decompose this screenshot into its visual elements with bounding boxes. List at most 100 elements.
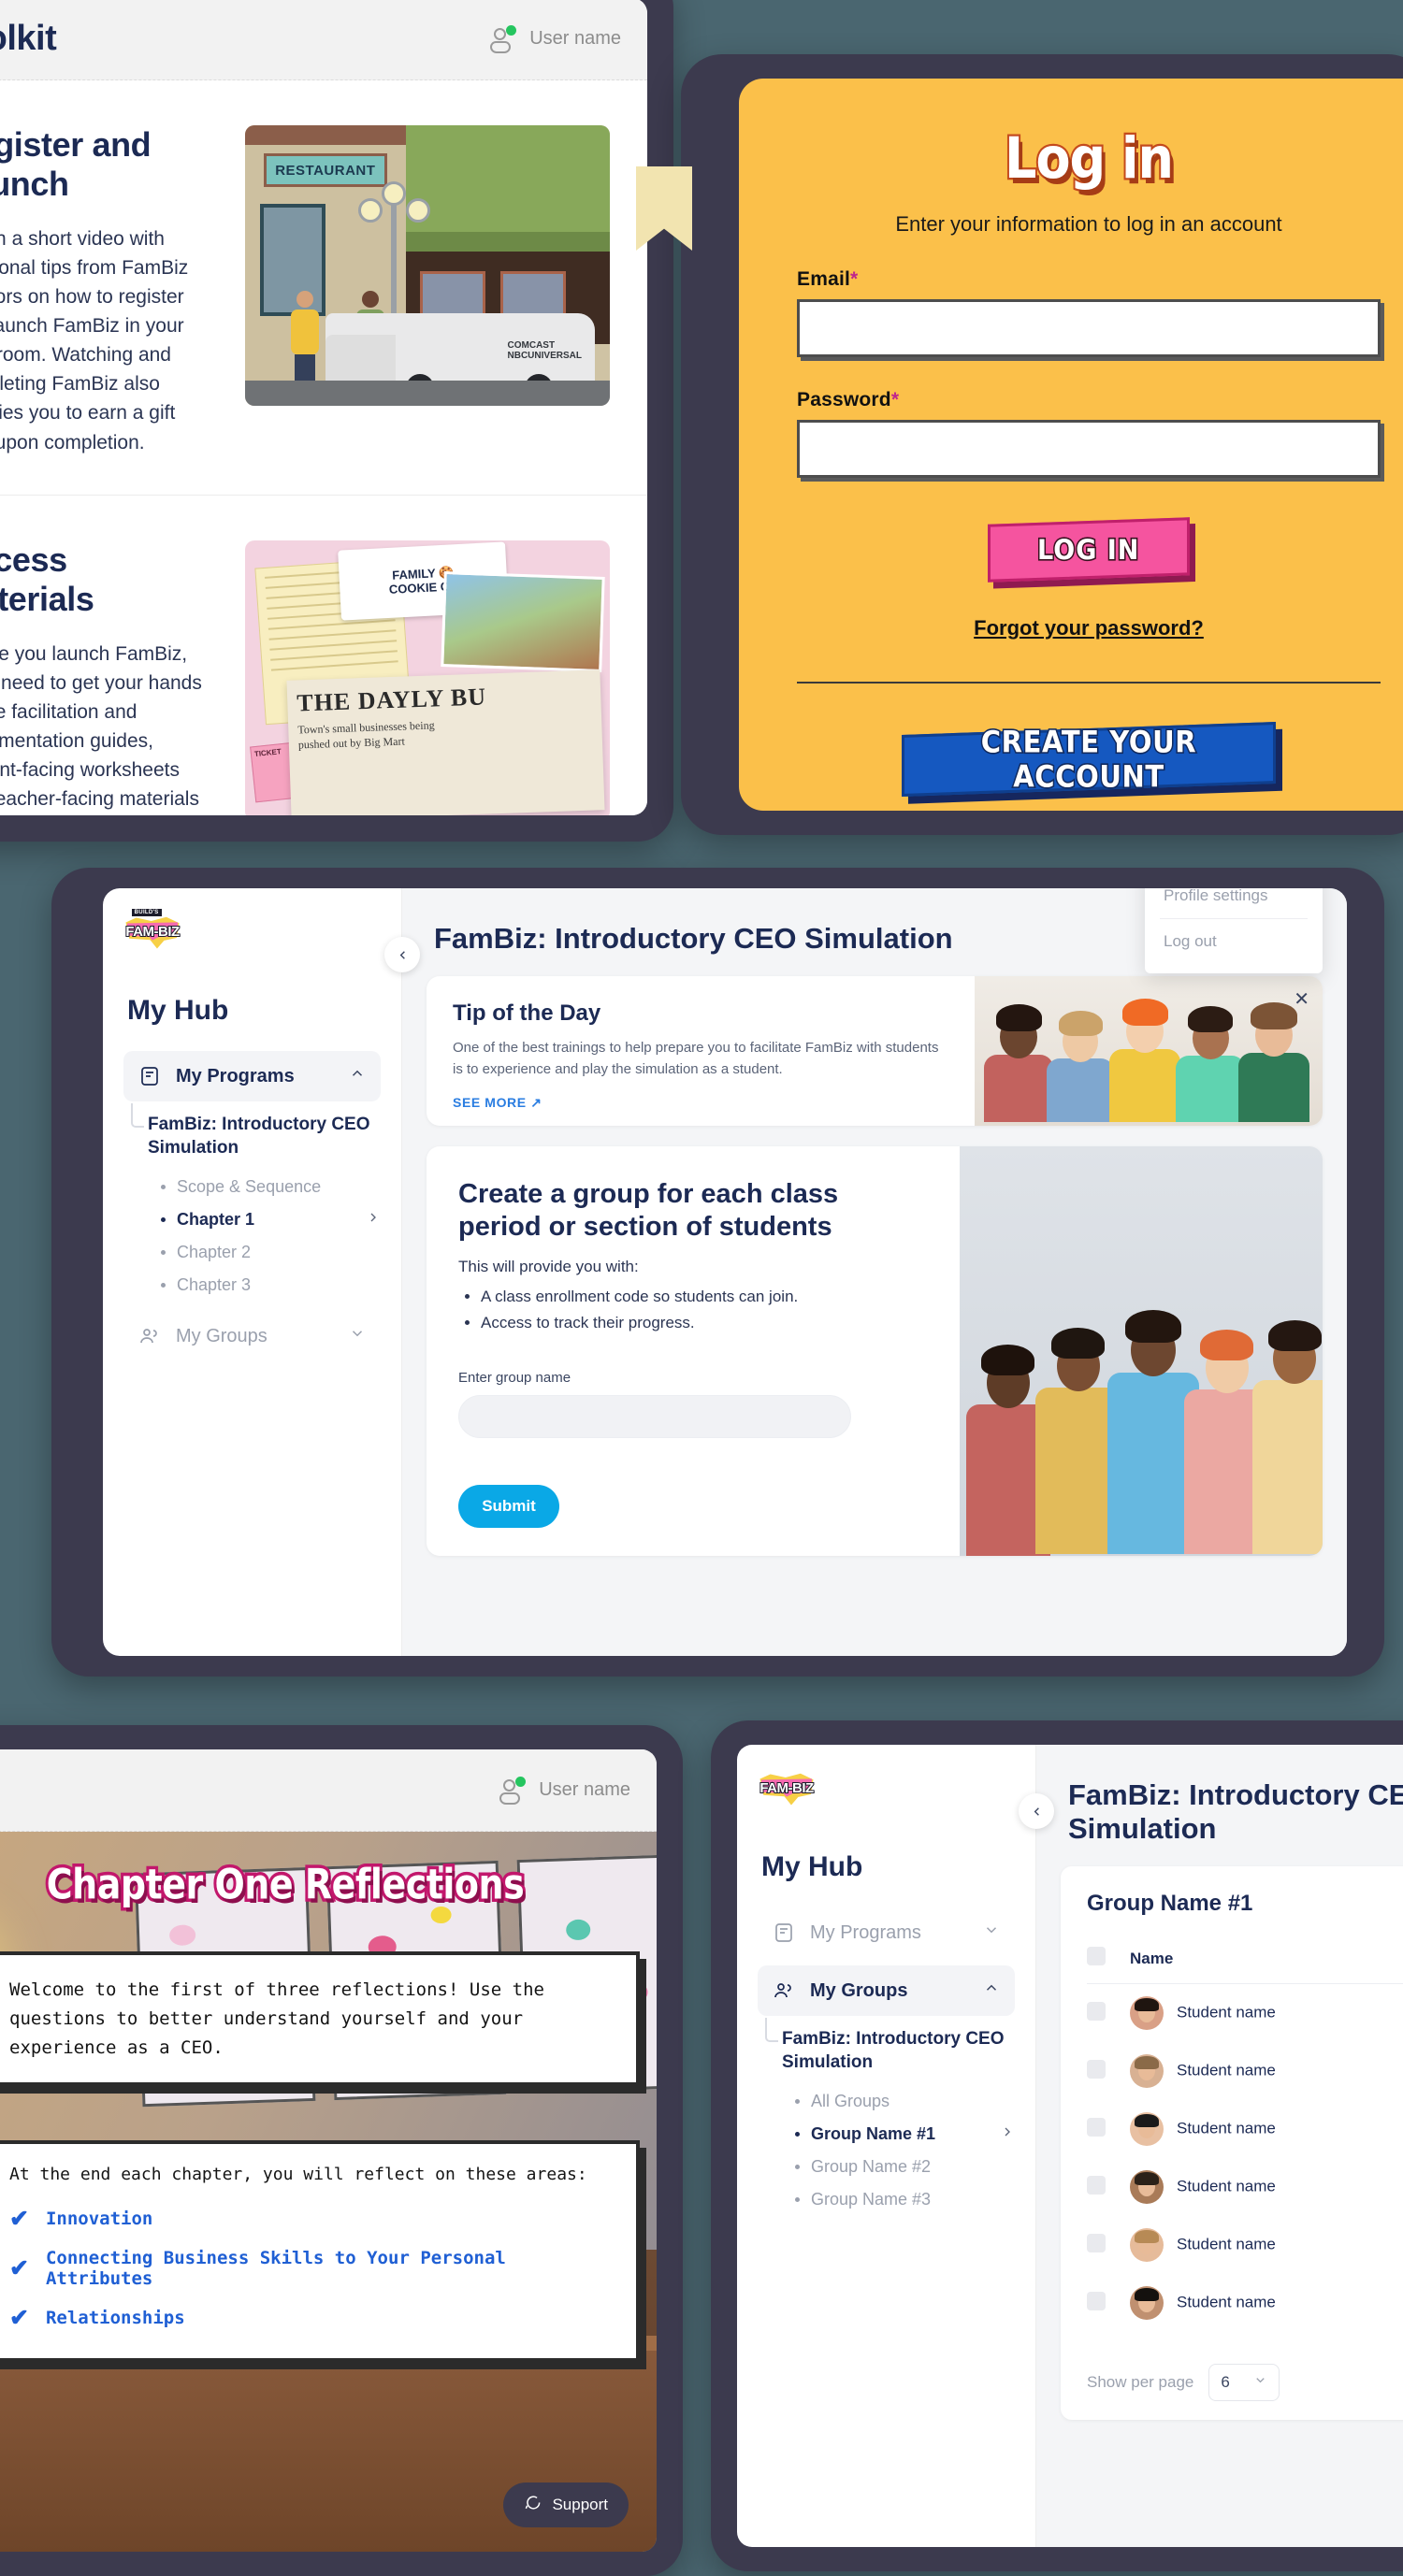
areas-prompt: At the end each chapter, you will reflec… xyxy=(9,2165,587,2184)
create-account-button-label: CREATE YOUR ACCOUNT xyxy=(979,723,1198,796)
row-checkbox[interactable] xyxy=(1087,2291,1106,2310)
sidebar-item-my-programs[interactable]: My Programs xyxy=(123,1051,381,1101)
see-more-link[interactable]: SEE MORE ↗ xyxy=(453,1095,948,1111)
sidebar-item-chapter-1[interactable]: Chapter 1 xyxy=(148,1203,381,1236)
menu-item-profile-settings[interactable]: Profile settings xyxy=(1145,888,1323,918)
avatar xyxy=(1130,2228,1164,2262)
reflections-title: Chapter One Reflections xyxy=(44,1857,528,1912)
student-name-label: Student name xyxy=(1177,2061,1276,2080)
student-name-cell: Student name xyxy=(1130,2216,1403,2274)
sidebar-item-label: Chapter 3 xyxy=(177,1275,252,1295)
row-checkbox[interactable] xyxy=(1087,2117,1106,2137)
chevron-up-icon xyxy=(349,1065,366,1087)
email-label: Email* xyxy=(797,268,859,290)
chevron-up-icon xyxy=(983,1979,1000,2002)
sidebar-item-all-groups[interactable]: All Groups xyxy=(782,2085,1015,2118)
select-all-checkbox[interactable] xyxy=(1087,1947,1106,1965)
reflections-topbar: User name xyxy=(0,1749,657,1832)
sidebar-item-label: My Programs xyxy=(810,1921,921,1943)
program-name[interactable]: FamBiz: Introductory CEO Simulation xyxy=(148,1113,381,1159)
document-icon xyxy=(773,1921,795,1944)
group-name-label: Enter group name xyxy=(458,1369,571,1386)
newspaper-collage-illustration: FAMILY 🍪 COOKIE CO TICKET THE DAYLY BU To… xyxy=(245,540,610,815)
password-input[interactable] xyxy=(797,420,1381,478)
card-body-text: Watch a short video with additional tips… xyxy=(0,228,189,453)
table-row[interactable]: Student nameGood xyxy=(1087,2042,1403,2100)
sidebar-item-my-groups[interactable]: My Groups xyxy=(758,1965,1015,2016)
sidebar-item-chapter-2[interactable]: Chapter 2 xyxy=(148,1236,381,1269)
menu-item-log-out[interactable]: Log out xyxy=(1145,919,1323,964)
group-title: Group Name #1 xyxy=(1087,1891,1253,1916)
row-checkbox[interactable] xyxy=(1087,2233,1106,2252)
per-page-select[interactable]: 6 xyxy=(1208,2364,1280,2401)
student-name-cell: Student name xyxy=(1130,2158,1403,2216)
login-subtitle: Enter your information to log in an acco… xyxy=(895,212,1282,236)
table-row[interactable]: Student nameHigh xyxy=(1087,2216,1403,2274)
student-name-label: Student name xyxy=(1177,2119,1276,2137)
sidebar-item-label: Group Name #3 xyxy=(811,2190,932,2209)
avatar xyxy=(1130,1996,1164,2030)
sidebar-item-my-groups[interactable]: My Groups xyxy=(123,1311,381,1361)
sidebar-item-scope-sequence[interactable]: Scope & Sequence xyxy=(148,1171,381,1203)
support-button[interactable]: Support xyxy=(503,2482,629,2527)
chevron-right-icon xyxy=(1000,2124,1015,2144)
required-asterisk: * xyxy=(890,389,900,410)
card-heading: Register and Launch xyxy=(0,125,152,203)
collapse-sidebar-button[interactable] xyxy=(384,937,420,972)
check-icon: ✔ xyxy=(9,2305,29,2331)
email-input[interactable] xyxy=(797,299,1381,357)
submit-button[interactable]: Submit xyxy=(458,1484,559,1528)
user-chip[interactable]: User name xyxy=(498,1776,630,1805)
table-header-row: Name Activity xyxy=(1087,1936,1403,1984)
reflection-scene: Chapter One Reflections Welcome to the f… xyxy=(0,1832,657,2552)
student-name-label: Student name xyxy=(1177,2003,1276,2022)
row-checkbox[interactable] xyxy=(1087,2001,1106,2021)
login-device-frame: Log in Enter your information to log in … xyxy=(636,54,1403,835)
table-row[interactable]: Student nameMedium xyxy=(1087,2158,1403,2216)
table-row[interactable]: Student nameMedium xyxy=(1087,2100,1403,2158)
dashboard-content: Search anything Iryna Zinych Profile xyxy=(384,888,1347,1656)
divider xyxy=(797,682,1381,684)
fambiz-logo[interactable]: BUILD'S FAM-BIZ xyxy=(123,909,181,954)
area-item-relationships: ✔ Relationships xyxy=(9,2304,610,2332)
row-checkbox[interactable] xyxy=(1087,2175,1106,2195)
groups-device-frame: FAM-BIZ My Hub My Programs My Groups Fam… xyxy=(711,1720,1403,2571)
sidebar-item-group-3[interactable]: Group Name #3 xyxy=(782,2183,1015,2216)
toolkit-screen: Toolkit User name Register and Launch Wa… xyxy=(0,0,647,815)
tip-body: One of the best trainings to help prepar… xyxy=(453,1040,939,1077)
create-group-card: Create a group for each class period or … xyxy=(427,1146,1323,1556)
chevron-down-icon xyxy=(1253,2373,1267,2392)
table-row[interactable]: Student nameLow xyxy=(1087,1984,1403,2043)
create-account-button[interactable]: CREATE YOUR ACCOUNT xyxy=(902,722,1276,797)
fambiz-logo[interactable]: FAM-BIZ xyxy=(758,1765,816,1810)
card-body-text: Before you launch FamBiz, you'll need to… xyxy=(0,642,202,811)
user-chip[interactable]: User name xyxy=(488,24,621,53)
student-name-cell: Student name xyxy=(1130,2042,1403,2100)
area-item-innovation: ✔ Innovation xyxy=(9,2205,610,2233)
avatar-icon xyxy=(488,24,517,53)
dashboard-device-frame: BUILD'S FAM-BIZ My Hub My Programs FamBi… xyxy=(51,868,1384,1677)
sidebar-item-chapter-3[interactable]: Chapter 3 xyxy=(148,1269,381,1302)
student-name-label: Student name xyxy=(1177,2235,1276,2253)
dashboard-screen: BUILD'S FAM-BIZ My Hub My Programs FamBi… xyxy=(103,888,1347,1656)
close-icon[interactable]: ✕ xyxy=(1294,987,1309,1011)
row-checkbox[interactable] xyxy=(1087,2059,1106,2079)
groups-content: FamBiz: Introductory CEO Simulation Grou… xyxy=(1019,1745,1403,2547)
sidebar: FAM-BIZ My Hub My Programs My Groups Fam… xyxy=(737,1745,1036,2547)
page-title: FamBiz: Introductory CEO Simulation xyxy=(1068,1778,1403,1845)
group-name-input[interactable] xyxy=(458,1394,851,1438)
areas-speech-bubble: At the end each chapter, you will reflec… xyxy=(0,2140,640,2362)
collapse-sidebar-button[interactable] xyxy=(1019,1793,1054,1829)
sidebar-item-group-1[interactable]: Group Name #1 xyxy=(782,2118,1015,2151)
user-dropdown-menu: Profile settings Log out xyxy=(1145,888,1323,973)
check-icon: ✔ xyxy=(9,2255,29,2281)
table-row[interactable]: Student nameMedium xyxy=(1087,2274,1403,2332)
forgot-password-link[interactable]: Forgot your password? xyxy=(974,616,1204,640)
sidebar-item-group-2[interactable]: Group Name #2 xyxy=(782,2151,1015,2183)
program-name[interactable]: FamBiz: Introductory CEO Simulation xyxy=(782,2027,1015,2074)
required-asterisk: * xyxy=(850,268,859,290)
avatar-icon xyxy=(498,1776,527,1805)
sidebar-item-label: All Groups xyxy=(811,2092,890,2111)
sidebar-item-my-programs[interactable]: My Programs xyxy=(758,1907,1015,1958)
login-button[interactable]: LOG IN xyxy=(988,517,1190,583)
